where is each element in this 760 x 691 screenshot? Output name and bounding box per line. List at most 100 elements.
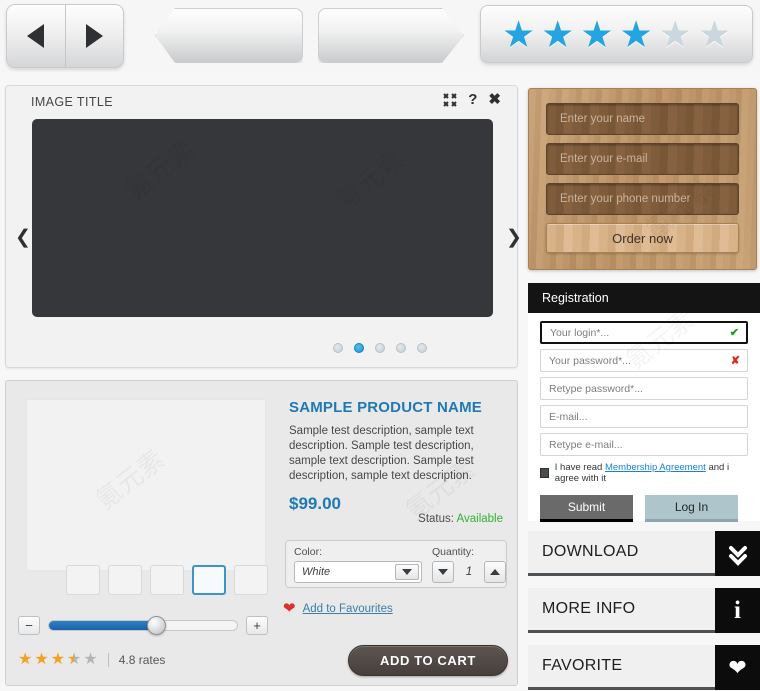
pager-dot-5[interactable] (417, 343, 427, 353)
image-viewer-stage (32, 119, 493, 317)
thumbnail-1[interactable] (66, 565, 100, 595)
star-5[interactable]: ★ (659, 16, 692, 53)
quantity-stepper[interactable]: 1 (432, 561, 506, 583)
chevron-down-icon[interactable] (395, 564, 419, 580)
prev-button[interactable] (7, 5, 65, 67)
collapse-icon[interactable] (443, 93, 457, 107)
image-viewer-header: IMAGE TITLE ? ✖ (6, 86, 517, 119)
heart-icon: ❤ (715, 645, 760, 690)
membership-agreement-link[interactable]: Membership Agreement (605, 462, 706, 473)
star-2[interactable]: ★ (541, 16, 574, 53)
pager-dot-4[interactable] (396, 343, 406, 353)
pager-dot-2[interactable] (354, 343, 364, 353)
slider-plus-button[interactable]: + (246, 616, 268, 635)
chevron-left-icon[interactable]: ❮ (12, 222, 34, 252)
more-info-button[interactable]: MORE INFO i (528, 588, 760, 633)
product-image[interactable] (26, 399, 266, 571)
retype-password-field[interactable]: Retype password*... (540, 377, 748, 400)
pager-dot-3[interactable] (375, 343, 385, 353)
rating-star-2[interactable]: ★ (34, 652, 48, 668)
triangle-left-icon (27, 24, 44, 48)
favorite-label: FAVORITE (542, 657, 622, 675)
image-viewer-panel: IMAGE TITLE ? ✖ ❮ ❯ (5, 85, 518, 368)
quantity-up-button[interactable] (484, 561, 506, 583)
image-viewer-controls: ? ✖ (443, 92, 501, 108)
thumbnail-3[interactable] (150, 565, 184, 595)
star-6[interactable]: ★ (698, 16, 731, 53)
star-3[interactable]: ★ (580, 16, 613, 53)
login-field[interactable]: Your login*... ✔ (540, 321, 748, 344)
color-value: White (295, 566, 330, 578)
color-label: Color: (294, 546, 422, 558)
registration-buttons: Submit Log In (540, 495, 748, 522)
caret-down-icon (438, 569, 448, 575)
order-name-field[interactable]: Enter your name (546, 103, 739, 135)
add-to-favourites-label[interactable]: Add to Favourites (303, 603, 393, 615)
rating-star-4[interactable]: ★ (67, 652, 81, 668)
log-in-button[interactable]: Log In (645, 495, 738, 522)
order-phone-field[interactable]: Enter your phone number (546, 183, 739, 215)
product-rating: ★ ★ ★ ★ ★ 4.8 rates (18, 652, 165, 668)
rating-star-1[interactable]: ★ (18, 652, 32, 668)
quantity-option-group: Quantity: 1 (432, 546, 506, 582)
agreement-prefix: I have read (555, 462, 605, 473)
heart-icon: ❤ (283, 601, 296, 616)
rating-star-5[interactable]: ★ (83, 652, 97, 668)
email-placeholder: E-mail... (541, 411, 588, 423)
slider-track[interactable] (48, 620, 238, 631)
next-button[interactable] (65, 5, 124, 67)
star-4[interactable]: ★ (620, 16, 653, 53)
divider (108, 653, 109, 667)
download-button[interactable]: DOWNLOAD ❯ (528, 531, 760, 576)
product-name: SAMPLE PRODUCT NAME (289, 399, 509, 416)
info-icon: i (715, 588, 760, 633)
add-to-cart-button[interactable]: ADD TO CART (348, 645, 508, 676)
email-field[interactable]: E-mail... (540, 405, 748, 428)
retype-email-placeholder: Retype e-mail... (541, 439, 623, 451)
thumbnail-2[interactable] (108, 565, 142, 595)
rating-count-label: 4.8 rates (119, 653, 166, 667)
order-phone-placeholder: Enter your phone number (560, 193, 690, 205)
help-icon[interactable]: ? (468, 92, 477, 108)
prev-next-arrow-buttons[interactable] (6, 4, 124, 68)
arrow-tab-left[interactable] (155, 8, 303, 63)
rating-star-3[interactable]: ★ (51, 652, 65, 668)
star-rating-widget[interactable]: ★ ★ ★ ★ ★ ★ (480, 5, 753, 63)
retype-email-field[interactable]: Retype e-mail... (540, 433, 748, 456)
quantity-down-button[interactable] (432, 561, 454, 583)
arrow-tab-right[interactable] (318, 8, 464, 63)
chevron-right-icon[interactable]: ❯ (503, 222, 525, 252)
registration-title: Registration (542, 291, 609, 305)
retype-password-placeholder: Retype password*... (541, 383, 643, 395)
status-value: Available (457, 513, 503, 525)
slider-knob[interactable] (147, 616, 166, 635)
star-1[interactable]: ★ (502, 16, 535, 53)
password-placeholder: Your password*... (541, 355, 631, 367)
color-select[interactable]: White (294, 561, 422, 583)
agreement-text: I have read Membership Agreement and i a… (555, 462, 748, 484)
submit-button[interactable]: Submit (540, 495, 633, 522)
order-form-panel: Enter your name Enter your e-mail Enter … (528, 88, 757, 270)
more-info-label: MORE INFO (542, 600, 635, 618)
close-icon[interactable]: ✖ (488, 92, 501, 108)
password-field[interactable]: Your password*... ✘ (540, 349, 748, 372)
favorite-button[interactable]: FAVORITE ❤ (528, 645, 760, 690)
login-placeholder: Your login*... (542, 327, 609, 339)
zoom-slider[interactable]: − + (18, 612, 268, 638)
order-email-placeholder: Enter your e-mail (560, 153, 648, 165)
slider-minus-button[interactable]: − (18, 616, 40, 635)
thumbnail-5[interactable] (234, 565, 268, 595)
pager-dot-1[interactable] (333, 343, 343, 353)
agreement-checkbox[interactable] (540, 468, 549, 478)
quantity-value[interactable]: 1 (458, 566, 480, 578)
triangle-right-icon (86, 24, 103, 48)
thumbnail-4[interactable] (192, 565, 226, 595)
valid-check-icon: ✔ (730, 326, 739, 339)
order-email-field[interactable]: Enter your e-mail (546, 143, 739, 175)
status-label: Status: (418, 513, 454, 525)
product-options: Color: White Quantity: 1 (285, 540, 507, 588)
order-now-button[interactable]: Order now (546, 223, 739, 253)
product-price: $99.00 (289, 494, 509, 514)
quantity-label: Quantity: (432, 546, 506, 558)
add-to-favourites[interactable]: ❤ Add to Favourites (283, 601, 393, 616)
